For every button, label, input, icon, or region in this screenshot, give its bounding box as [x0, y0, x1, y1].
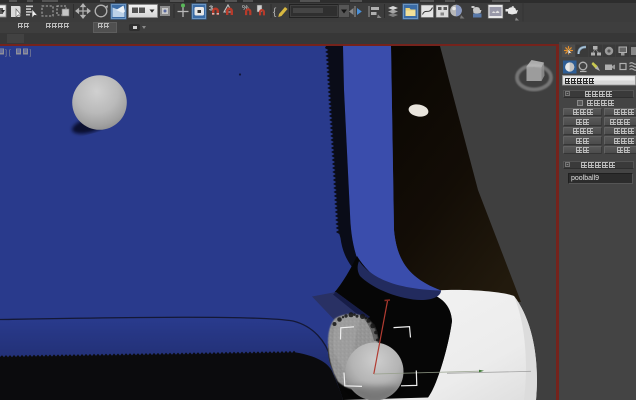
- svg-text:{: {: [273, 7, 277, 18]
- svg-text:]: ]: [30, 50, 32, 57]
- svg-text:] [: ] [: [5, 50, 11, 57]
